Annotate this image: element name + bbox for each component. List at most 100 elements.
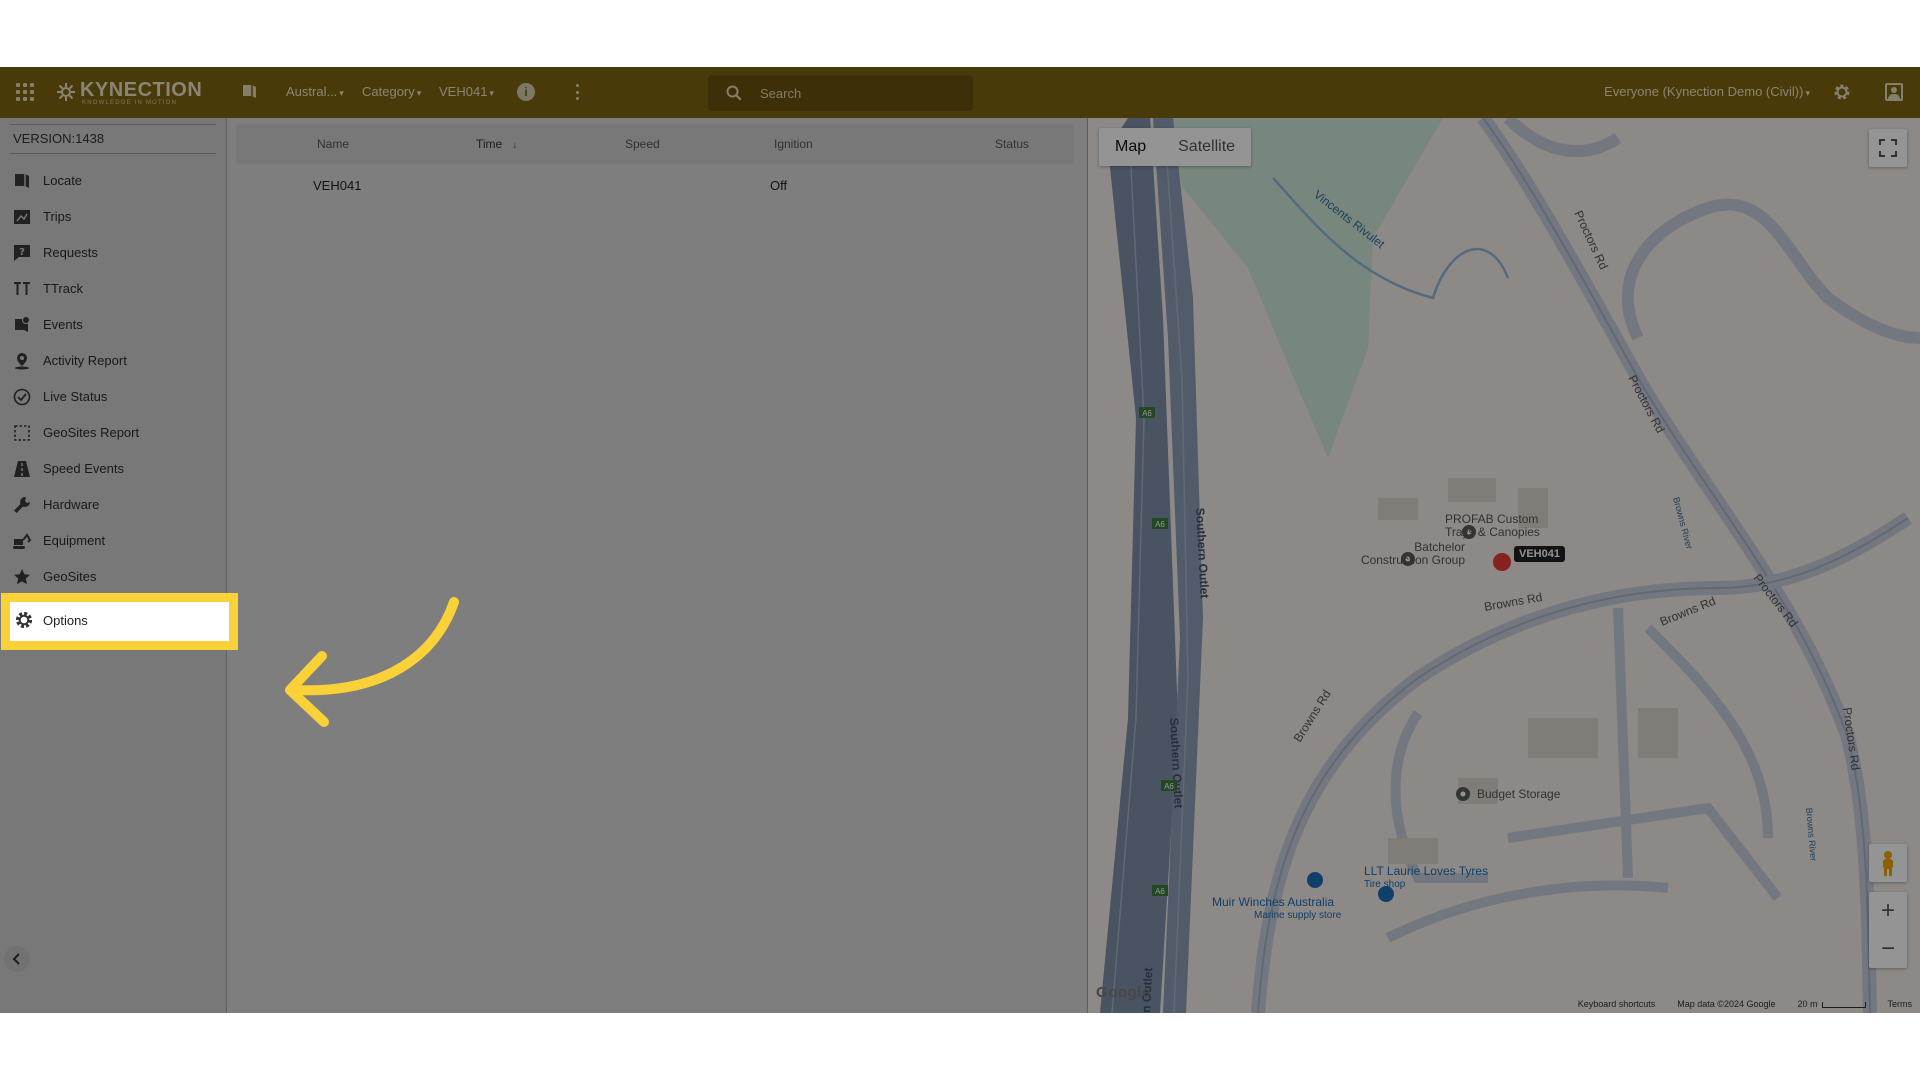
info-icon[interactable]: i (517, 83, 535, 101)
column-header-ignition[interactable]: Ignition (774, 137, 813, 151)
version-label: VERSION:1438 (10, 124, 216, 154)
table-header: Name Time ↓ Speed Ignition Status (236, 124, 1074, 164)
zoom-out-button[interactable]: − (1869, 930, 1907, 968)
tutorial-arrow-icon (285, 597, 459, 727)
sidebar-item-speed-events[interactable]: Speed Events (0, 450, 227, 486)
fullscreen-button[interactable] (1869, 129, 1907, 167)
poi-label-budget-storage: Budget Storage (1477, 787, 1561, 801)
poi-label-llt-sub: Tire shop (1364, 879, 1406, 890)
sidebar-item-label: Requests (43, 245, 98, 260)
sidebar-item-equipment[interactable]: Equipment (0, 522, 227, 558)
column-header-name[interactable]: Name (317, 137, 349, 151)
column-header-time-label: Time (476, 137, 503, 151)
street-view-pegman[interactable] (1869, 844, 1907, 882)
poi-label-muir-name: Muir Winches Australia (1212, 895, 1335, 909)
sidebar-item-label: Locate (43, 173, 83, 188)
sidebar-item-label: Activity Report (43, 353, 127, 368)
column-header-time[interactable]: Time ↓ (476, 137, 517, 151)
sidebar-item-events[interactable]: Events (0, 306, 227, 342)
vehicle-table-panel: Name Time ↓ Speed Ignition Status VEH041 … (228, 118, 1087, 1013)
category-dropdown[interactable]: Category ▾ (362, 84, 421, 99)
map-book-icon (15, 174, 29, 188)
category-dropdown-label: Category (362, 84, 415, 99)
collapse-sidebar-button[interactable] (4, 946, 30, 972)
sidebar-item-live-status[interactable]: Live Status (0, 378, 227, 414)
wrench-icon (14, 497, 30, 513)
app-frame: KYNECTION KNOWLEDGE IN MOTION Austral...… (0, 67, 1920, 1013)
gear-icon[interactable] (1832, 82, 1852, 102)
account-label: Everyone (Kynection Demo (Civil)) (1604, 84, 1804, 99)
map-type-map-button[interactable]: Map (1099, 128, 1162, 166)
sidebar-item-activity-report[interactable]: Activity Report (0, 342, 227, 378)
chevron-left-icon (12, 953, 20, 965)
question-icon: ? (14, 245, 30, 261)
poi-label-llt-name: LLT Laurie Loves Tyres (1364, 864, 1489, 878)
sidebar-item-hardware[interactable]: Hardware (0, 486, 227, 522)
vehicle-dropdown[interactable]: VEH041 ▾ (439, 84, 494, 99)
sort-arrow-icon: ↓ (512, 140, 518, 151)
keyboard-shortcuts-link[interactable]: Keyboard shortcuts (1578, 999, 1656, 1009)
sidebar-item-label: Live Status (43, 389, 108, 404)
sidebar-item-geosites[interactable]: GeoSites (0, 558, 227, 594)
fullscreen-icon (1879, 139, 1897, 157)
water-label-browns-river-1: Browns River (1671, 496, 1695, 550)
road-label-browns-2: Browns Rd (1658, 594, 1718, 629)
kynection-logo[interactable]: KYNECTION KNOWLEDGE IN MOTION (56, 79, 206, 107)
google-logo: Google (1096, 984, 1151, 1001)
sidebar-item-label: Trips (43, 209, 72, 224)
ttrack-icon (14, 282, 30, 295)
zoom-in-button[interactable]: + (1869, 892, 1907, 930)
poi-label-batchelor-line2: Construction Group (1360, 553, 1465, 567)
sidebar-item-geosites-report[interactable]: GeoSites Report (0, 414, 227, 450)
column-header-status[interactable]: Status (995, 137, 1029, 151)
logo-tagline: KNOWLEDGE IN MOTION (82, 100, 178, 106)
chevron-down-icon: ▾ (339, 88, 344, 98)
poi-label-muir: Muir Winches Australia Marine supply stor… (1212, 896, 1341, 922)
route-shield-a6-4: A6 (1155, 887, 1165, 896)
apps-grid-icon[interactable] (16, 83, 34, 101)
chevron-down-icon: ▾ (489, 88, 494, 98)
scale-bar (1821, 1001, 1866, 1008)
map-base: Southern Outlet Southern Outlet n Outlet… (1100, 118, 1920, 1013)
poi-label-profab: PROFAB Custom Trays & Canopies (1445, 513, 1540, 539)
sidebar: VERSION:1438 Locate Trips ? Requests TTr… (0, 118, 227, 1013)
table-row[interactable]: VEH041 Off (236, 168, 1074, 204)
sidebar-item-label: Events (43, 317, 83, 332)
pegman-icon (1883, 851, 1893, 876)
map-type-satellite-button[interactable]: Satellite (1162, 128, 1251, 166)
sidebar-item-trips[interactable]: Trips (0, 198, 227, 234)
logo-mark-icon (57, 83, 75, 101)
map-book-icon[interactable] (241, 83, 258, 100)
map-type-control: Map Satellite (1099, 128, 1252, 166)
sidebar-item-locate[interactable]: Locate (0, 162, 227, 198)
map-scale-label: 20 m (1797, 999, 1818, 1009)
more-vert-icon[interactable] (574, 82, 580, 102)
map-scale[interactable]: 20 m (1797, 999, 1866, 1009)
road-label-browns-1: Browns Rd (1483, 590, 1543, 614)
vehicle-marker-label[interactable]: VEH041 (1514, 546, 1565, 562)
sidebar-item-label: GeoSites (43, 569, 97, 584)
gear-icon (15, 611, 33, 629)
user-account-icon[interactable] (1885, 83, 1903, 101)
terms-link[interactable]: Terms (1888, 999, 1913, 1009)
star-icon (14, 569, 30, 585)
map-data-text: Map data ©2024 Google (1677, 999, 1776, 1009)
sidebar-item-ttrack[interactable]: TTrack (0, 270, 227, 306)
poi-label-muir-sub: Marine supply store (1254, 910, 1342, 921)
sidebar-item-label: GeoSites Report (43, 425, 140, 440)
column-header-speed[interactable]: Speed (625, 137, 660, 151)
person-pin-icon (15, 353, 29, 370)
top-bar: KYNECTION KNOWLEDGE IN MOTION Austral...… (0, 67, 1920, 118)
search-box[interactable]: Search (708, 75, 973, 111)
trips-icon (14, 210, 30, 224)
sidebar-item-requests[interactable]: ? Requests (0, 234, 227, 270)
account-dropdown[interactable]: Everyone (Kynection Demo (Civil)) ▾ (1604, 84, 1810, 99)
map-view[interactable]: Southern Outlet Southern Outlet n Outlet… (1087, 118, 1920, 1013)
map-attribution: Keyboard shortcuts Map data ©2024 Google… (1578, 999, 1912, 1009)
chevron-down-icon: ▾ (1805, 88, 1810, 98)
region-dropdown[interactable]: Austral... ▾ (286, 84, 344, 99)
check-circle-icon (13, 388, 31, 406)
events-icon (15, 316, 30, 332)
sidebar-item-label: Speed Events (43, 461, 124, 476)
sidebar-item-options[interactable]: Options (1, 593, 238, 650)
